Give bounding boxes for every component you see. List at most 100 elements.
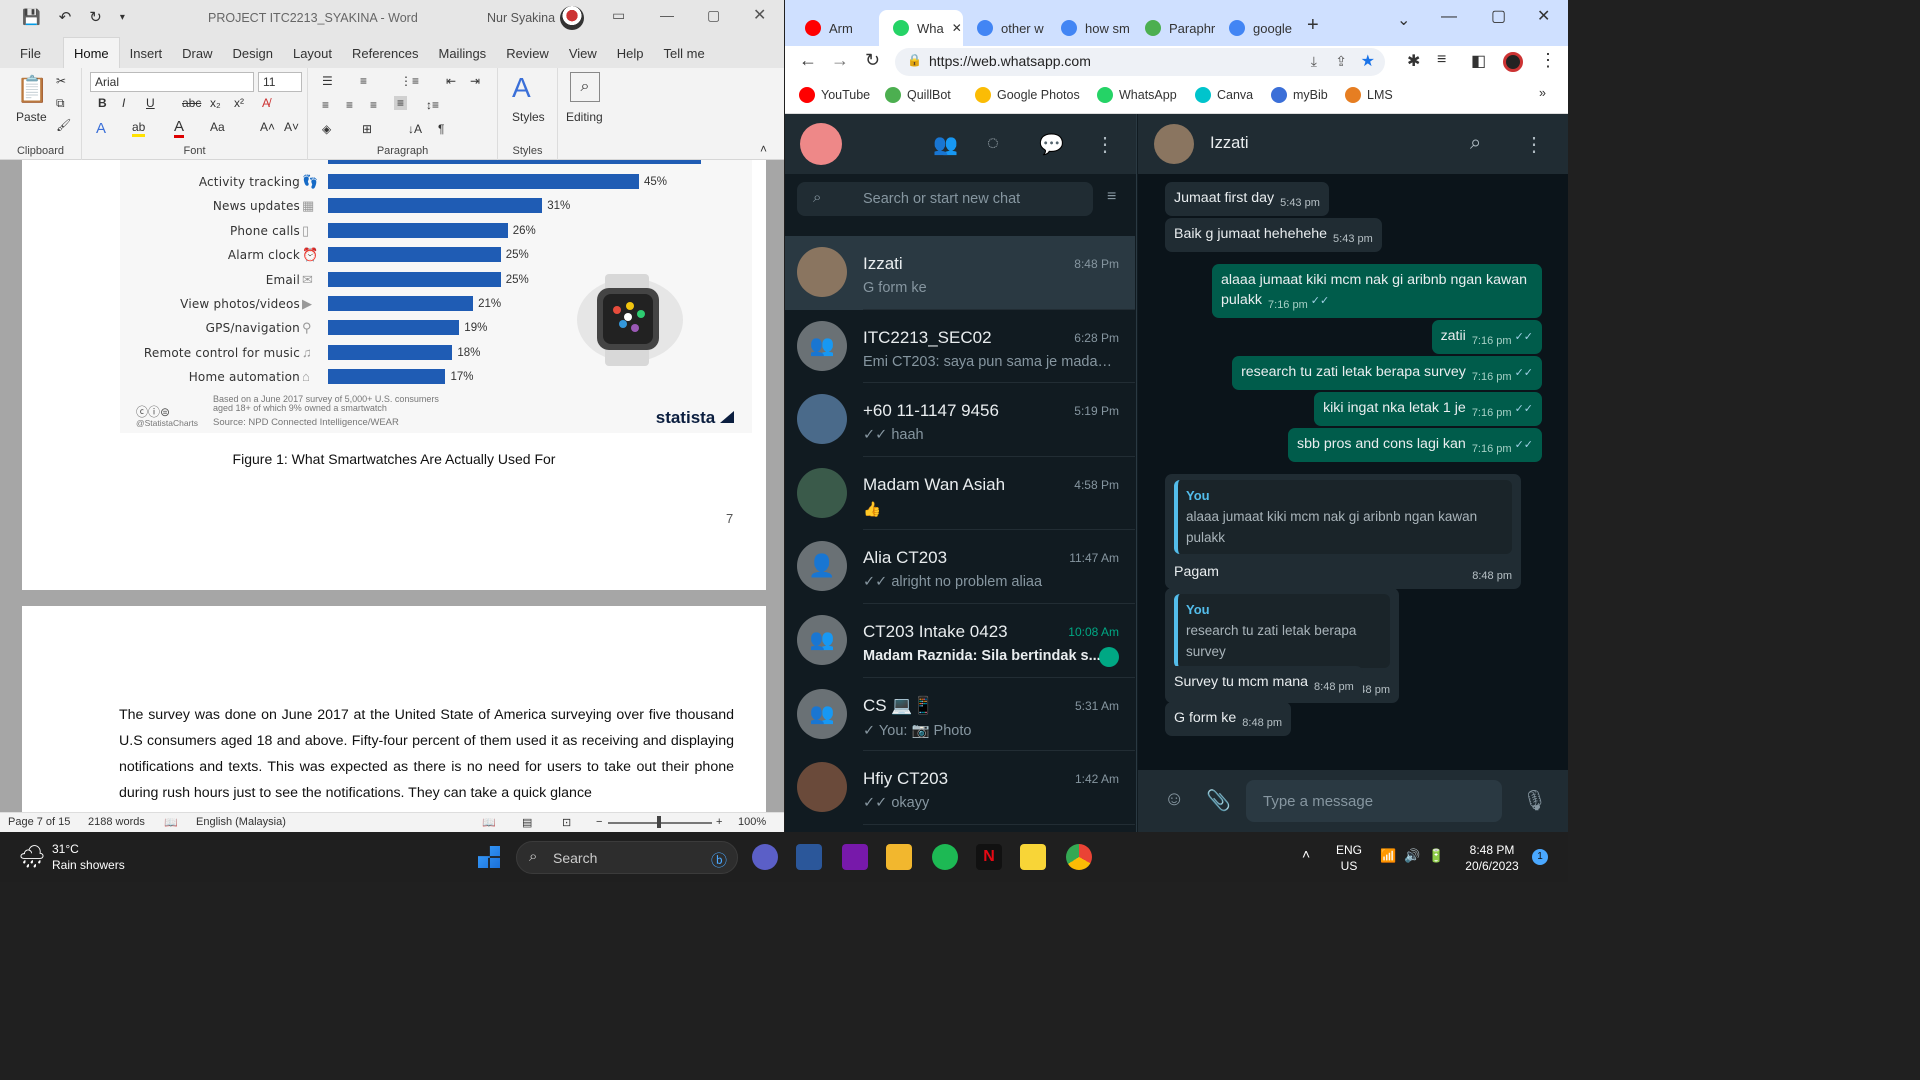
more-bookmarks-icon[interactable]: » (1539, 86, 1546, 100)
zoom-in-icon[interactable]: + (716, 816, 722, 828)
browser-tab[interactable]: other w (963, 10, 1047, 46)
media-icon[interactable]: ≡ (1437, 51, 1446, 69)
maximize-icon[interactable]: ▢ (1491, 6, 1506, 26)
taskbar-search[interactable]: ⌕ Search ⓑ (516, 841, 738, 874)
subscript-button[interactable]: x₂ (210, 96, 221, 110)
netflix-icon[interactable]: N (976, 844, 1002, 870)
zoom-level[interactable]: 100% (738, 816, 766, 828)
styles-icon[interactable]: A (512, 72, 531, 104)
bookmark-item[interactable]: LMS (1345, 87, 1393, 103)
increase-indent-icon[interactable]: ⇥ (470, 74, 480, 88)
sidepanel-icon[interactable]: ◧ (1471, 51, 1486, 71)
bookmark-item[interactable]: YouTube (799, 87, 870, 103)
menu-icon[interactable]: ⋮ (1524, 132, 1544, 157)
ribbon-display-icon[interactable]: ▭ (612, 7, 625, 24)
align-center-icon[interactable]: ≡ (346, 98, 353, 112)
tab-help[interactable]: Help (607, 46, 654, 68)
line-spacing-icon[interactable]: ↕≡ (426, 98, 439, 112)
tab-layout[interactable]: Layout (283, 46, 342, 68)
my-avatar[interactable] (800, 123, 842, 165)
chat-item[interactable]: +60 11-1147 9456 5:19 Pm ✓✓ haah (785, 383, 1135, 457)
cut-icon[interactable]: ✂ (56, 74, 66, 88)
page-indicator[interactable]: Page 7 of 15 (8, 816, 70, 828)
outgoing-message[interactable]: zatii 7:16 pm ✓✓ (1431, 320, 1542, 354)
align-right-icon[interactable]: ≡ (370, 98, 377, 112)
new-chat-icon[interactable]: 💬 (1039, 132, 1064, 157)
tab-home[interactable]: Home (62, 37, 120, 68)
share-icon[interactable]: ⇪ (1335, 53, 1347, 70)
incoming-message[interactable]: Jumaat first day 5:43 pm (1165, 182, 1329, 216)
document-area[interactable]: Activity tracking 👣 45% News updates ▦ 31% Pho… (0, 160, 784, 812)
browser-tab[interactable]: google (1215, 10, 1299, 46)
tab-references[interactable]: References (342, 46, 428, 68)
strikethrough-button[interactable]: abc (182, 96, 201, 110)
font-size-select[interactable]: 11 (258, 72, 302, 92)
outgoing-message[interactable]: alaaa jumaat kiki mcm nak gi aribnb ngan… (1212, 264, 1542, 318)
quoted-message[interactable]: You alaaa jumaat kiki mcm nak gi aribnb n… (1174, 480, 1512, 554)
superscript-button[interactable]: x² (234, 96, 244, 110)
wifi-icon[interactable]: 📶 (1380, 848, 1396, 864)
chat-item[interactable]: Izzati 8:48 Pm G form ke (785, 236, 1135, 310)
incoming-message[interactable]: Survey tu mcm mana 8:48 pm (1165, 666, 1363, 700)
contact-name[interactable]: Izzati (1210, 134, 1249, 153)
address-bar[interactable]: 🔒 https://web.whatsapp.com ⤓ ⇪ ★ (895, 48, 1385, 76)
sticky-notes-icon[interactable] (1020, 844, 1046, 870)
minimize-icon[interactable]: — (1441, 8, 1457, 26)
tab-design[interactable]: Design (223, 46, 283, 68)
web-layout-icon[interactable]: ⊡ (562, 816, 571, 829)
bookmark-item[interactable]: QuillBot (885, 87, 951, 103)
change-case-icon[interactable]: Aa (210, 120, 225, 134)
language-indicator[interactable]: English (Malaysia) (196, 816, 286, 828)
browser-tab[interactable]: how sm (1047, 10, 1131, 46)
filter-icon[interactable]: ≡ (1107, 188, 1116, 206)
zoom-out-icon[interactable]: − (596, 816, 602, 828)
chat-item[interactable]: 👥 CS 💻📱 5:31 Am ✓ You: 📷 Photo (785, 678, 1135, 752)
decrease-indent-icon[interactable]: ⇤ (446, 74, 456, 88)
align-left-icon[interactable]: ≡ (322, 98, 329, 112)
menu-icon[interactable]: ⋮ (1095, 132, 1115, 157)
tab-search-icon[interactable]: ⌄ (1397, 10, 1410, 30)
editing-button[interactable]: Editing (566, 110, 603, 124)
battery-icon[interactable]: 🔋 (1428, 848, 1444, 864)
styles-button[interactable]: Styles (512, 110, 545, 124)
chat-item[interactable]: Madam Wan Asiah 4:58 Pm 👍 (785, 457, 1135, 531)
forward-icon[interactable]: → (831, 50, 849, 71)
incoming-message[interactable]: You alaaa jumaat kiki mcm nak gi aribnb n… (1165, 474, 1521, 589)
chrome-menu-icon[interactable]: ⋮ (1539, 50, 1557, 71)
tab-mailings[interactable]: Mailings (429, 46, 497, 68)
tab-insert[interactable]: Insert (120, 46, 173, 68)
tab-view[interactable]: View (559, 46, 607, 68)
multilevel-list-icon[interactable]: ⋮≡ (400, 74, 419, 88)
body-paragraph[interactable]: The survey was done on June 2017 at the … (119, 702, 734, 806)
tab-draw[interactable]: Draw (172, 46, 222, 68)
paste-button[interactable]: Paste (16, 110, 47, 124)
customize-qat-icon[interactable]: ▾ (120, 12, 125, 23)
incoming-message[interactable]: Baik g jumaat hehehehe 5:43 pm (1165, 218, 1382, 252)
underline-button[interactable]: U (146, 96, 155, 110)
outgoing-message[interactable]: research tu zati letak berapa survey 7:16… (1232, 356, 1542, 390)
profile-avatar[interactable] (1503, 52, 1523, 72)
zoom-slider-thumb[interactable] (657, 816, 661, 828)
chat-item[interactable]: Hfiy CT203 1:42 Am ✓✓ okayy (785, 751, 1135, 825)
incoming-message[interactable]: G form ke 8:48 pm (1165, 702, 1292, 736)
borders-icon[interactable]: ⊞ (362, 122, 372, 136)
paste-icon[interactable]: 📋 (16, 74, 48, 105)
text-effects-icon[interactable]: A (96, 120, 106, 137)
bookmark-item[interactable]: Google Photos (975, 87, 1080, 103)
numbering-icon[interactable]: ≡ (360, 74, 367, 88)
tab-review[interactable]: Review (496, 46, 559, 68)
chat-item[interactable]: 👥 CT203 Intake 0423 10:08 Am Madam Raznida:… (785, 604, 1135, 678)
chat-app-icon[interactable] (752, 844, 778, 870)
lock-icon[interactable]: 🔒 (907, 53, 922, 67)
word-app-icon[interactable] (796, 844, 822, 870)
message-input[interactable]: Type a message (1246, 780, 1502, 822)
browser-tab[interactable]: Arm (791, 10, 875, 46)
search-icon[interactable]: ⌕ (1470, 132, 1481, 155)
bookmark-item[interactable]: myBib (1271, 87, 1328, 103)
bookmark-item[interactable]: WhatsApp (1097, 87, 1177, 103)
emoji-icon[interactable]: ☺ (1164, 788, 1184, 811)
shading-icon[interactable]: ◈ (322, 122, 331, 136)
contact-avatar[interactable] (1154, 124, 1194, 164)
notification-badge[interactable]: 1 (1532, 849, 1548, 865)
show-marks-icon[interactable]: ¶ (438, 122, 444, 136)
